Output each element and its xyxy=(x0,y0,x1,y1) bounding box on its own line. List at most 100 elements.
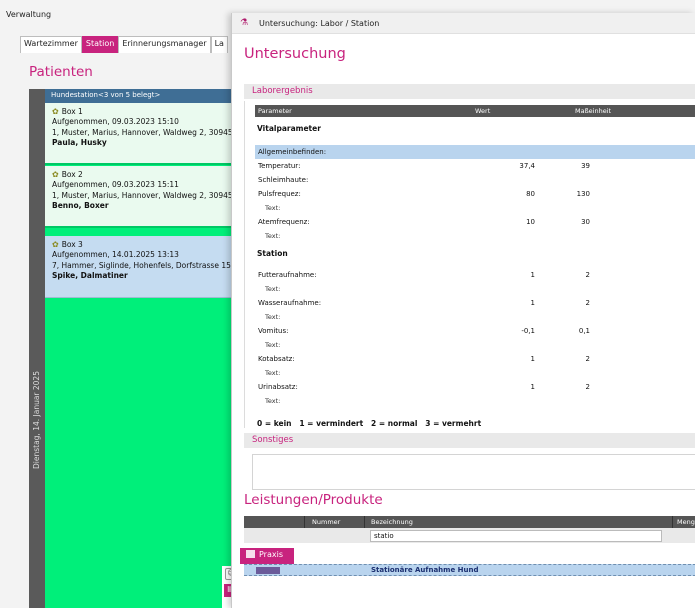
value-min: -0,1 xyxy=(521,327,535,335)
date-label: Dienstag, 14. Januar 2025 xyxy=(32,371,41,469)
product-type-icon xyxy=(256,567,280,574)
row-text[interactable]: Text: xyxy=(255,310,695,324)
dialog-title: Untersuchung: Labor / Station xyxy=(259,19,380,28)
date-strip: Dienstag, 14. Januar 2025 xyxy=(29,89,45,608)
value-min: 37,4 xyxy=(519,162,535,170)
row-label: Urinabsatz: xyxy=(258,383,298,391)
row-allgemeinbefinden[interactable]: Allgemeinbefinden: xyxy=(255,145,695,159)
value-max: 2 xyxy=(585,271,590,279)
row-text[interactable]: Text: xyxy=(255,229,695,243)
bezeichnung-filter-input[interactable]: statio xyxy=(370,530,662,542)
row-text[interactable]: Text: xyxy=(255,282,695,296)
products-heading: Leistungen/Produkte xyxy=(244,492,383,508)
row-label: Text: xyxy=(265,313,281,321)
row-temperatur[interactable]: Temperatur: 37,4 39 xyxy=(255,159,695,173)
col-parameter[interactable]: Parameter xyxy=(258,107,292,115)
row-label: Text: xyxy=(265,204,281,212)
value-max: 0,1 xyxy=(578,327,590,335)
patients-title: Patienten xyxy=(29,64,93,80)
col-nummer[interactable]: Nummer xyxy=(312,518,340,526)
dialog-titlebar: ⚗ Untersuchung: Labor / Station xyxy=(232,13,695,34)
paw-icon: ✿ xyxy=(52,170,59,179)
row-futteraufnahme[interactable]: Futteraufnahme: 1 2 xyxy=(255,268,695,282)
value-min: 80 xyxy=(526,190,535,198)
value-max: 39 xyxy=(581,162,590,170)
row-wasseraufnahme[interactable]: Wasseraufnahme: 1 2 xyxy=(255,296,695,310)
tab-wartezimmer[interactable]: Wartezimmer xyxy=(20,36,82,53)
value-min: 1 xyxy=(530,383,535,391)
praxis-icon xyxy=(246,550,255,558)
group-vitalparameter: Vitalparameter xyxy=(255,122,695,136)
row-label: Text: xyxy=(265,397,281,405)
product-name: Stationäre Aufnahme Hund xyxy=(371,566,479,574)
row-text[interactable]: Text: xyxy=(255,394,695,408)
row-label: Atemfrequenz: xyxy=(258,218,310,226)
box-owner: 1, Muster, Marius, Hannover, Waldweg 2, … xyxy=(52,191,233,200)
row-kotabsatz[interactable]: Kotabsatz: 1 2 xyxy=(255,352,695,366)
tab-erinnerungsmanager[interactable]: Erinnerungsmanager xyxy=(118,36,211,53)
row-label: Text: xyxy=(265,285,281,293)
row-text[interactable]: Text: xyxy=(255,338,695,352)
box-name: Box 3 xyxy=(61,240,83,249)
row-text[interactable]: Text: xyxy=(255,201,695,215)
value-max: 2 xyxy=(585,299,590,307)
column-separator xyxy=(364,516,365,528)
box-admitted: Aufgenommen, 09.03.2023 15:11 xyxy=(52,180,179,189)
box-card-3[interactable]: ✿ Box 3 Aufgenommen, 14.01.2025 13:13 7, … xyxy=(45,236,240,298)
examination-dialog: ⚗ Untersuchung: Labor / Station Untersuc… xyxy=(231,13,695,608)
row-label: Text: xyxy=(265,369,281,377)
row-label: Text: xyxy=(265,341,281,349)
row-schleimhaute[interactable]: Schleimhaute: xyxy=(255,173,695,187)
value-max: 130 xyxy=(576,190,590,198)
col-bezeichnung[interactable]: Bezeichnung xyxy=(371,518,413,526)
row-label: Text: xyxy=(265,232,281,240)
product-row[interactable]: Stationäre Aufnahme Hund xyxy=(244,564,695,576)
value-min: 10 xyxy=(526,218,535,226)
lab-section-header[interactable]: Laborergebnis xyxy=(244,84,695,99)
value-max: 2 xyxy=(585,383,590,391)
row-label: Schleimhaute: xyxy=(258,176,309,184)
window-title: Verwaltung xyxy=(6,10,52,19)
col-wert[interactable]: Wert xyxy=(475,107,490,115)
row-label: Wasseraufnahme: xyxy=(258,299,322,307)
praxis-tab[interactable]: Praxis xyxy=(240,548,294,564)
box-pet: Spike, Dalmatiner xyxy=(52,271,128,280)
paw-icon: ✿ xyxy=(52,107,59,116)
box-card-1[interactable]: ✿ Box 1 Aufgenommen, 09.03.2023 15:10 1, … xyxy=(45,103,240,165)
row-urinabsatz[interactable]: Urinabsatz: 1 2 xyxy=(255,380,695,394)
sonstiges-section-header[interactable]: Sonstiges xyxy=(244,433,695,448)
group-label: Vitalparameter xyxy=(257,124,321,133)
group-station: Station xyxy=(255,247,695,261)
value-max: 2 xyxy=(585,355,590,363)
tab-station[interactable]: Station xyxy=(81,36,119,53)
lab-tube-icon: ⚗ xyxy=(240,18,249,28)
row-pulsfrequenz[interactable]: Pulsfrequez: 80 130 xyxy=(255,187,695,201)
box-owner: 7, Hammer, Siglinde, Hohenfels, Dorfstra… xyxy=(52,261,240,270)
row-label: Allgemeinbefinden: xyxy=(258,148,327,156)
col-menge[interactable]: Meng xyxy=(677,518,695,526)
box-card-2[interactable]: ✿ Box 2 Aufgenommen, 09.03.2023 15:11 1, … xyxy=(45,166,240,228)
box-name: Box 1 xyxy=(61,107,83,116)
row-atemfrequenz[interactable]: Atemfrequenz: 10 30 xyxy=(255,215,695,229)
group-label: Station xyxy=(257,249,288,258)
box-admitted: Aufgenommen, 14.01.2025 13:13 xyxy=(52,250,179,259)
paw-icon: ✿ xyxy=(52,240,59,249)
row-text[interactable]: Text: xyxy=(255,366,695,380)
ward-header: Hundestation<3 von 5 belegt> xyxy=(45,89,240,103)
box-pet: Benno, Boxer xyxy=(52,201,109,210)
value-min: 1 xyxy=(530,355,535,363)
box-admitted: Aufgenommen, 09.03.2023 15:10 xyxy=(52,117,179,126)
sonstiges-textarea[interactable] xyxy=(252,454,695,490)
tab-la[interactable]: La xyxy=(210,36,228,53)
tab-bar: Wartezimmer Station Erinnerungsmanager L… xyxy=(20,36,228,53)
value-min: 1 xyxy=(530,271,535,279)
row-label: Kotabsatz: xyxy=(258,355,295,363)
lab-panel: Parameter Wert Maßeinheit Vitalparameter… xyxy=(244,101,695,428)
value-min: 1 xyxy=(530,299,535,307)
col-masseinheit[interactable]: Maßeinheit xyxy=(575,107,611,115)
row-vomitus[interactable]: Vomitus: -0,1 0,1 xyxy=(255,324,695,338)
box-pet: Paula, Husky xyxy=(52,138,107,147)
row-label: Futteraufnahme: xyxy=(258,271,317,279)
lab-grid-header: Parameter Wert Maßeinheit xyxy=(255,105,695,117)
row-label: Pulsfrequez: xyxy=(258,190,301,198)
